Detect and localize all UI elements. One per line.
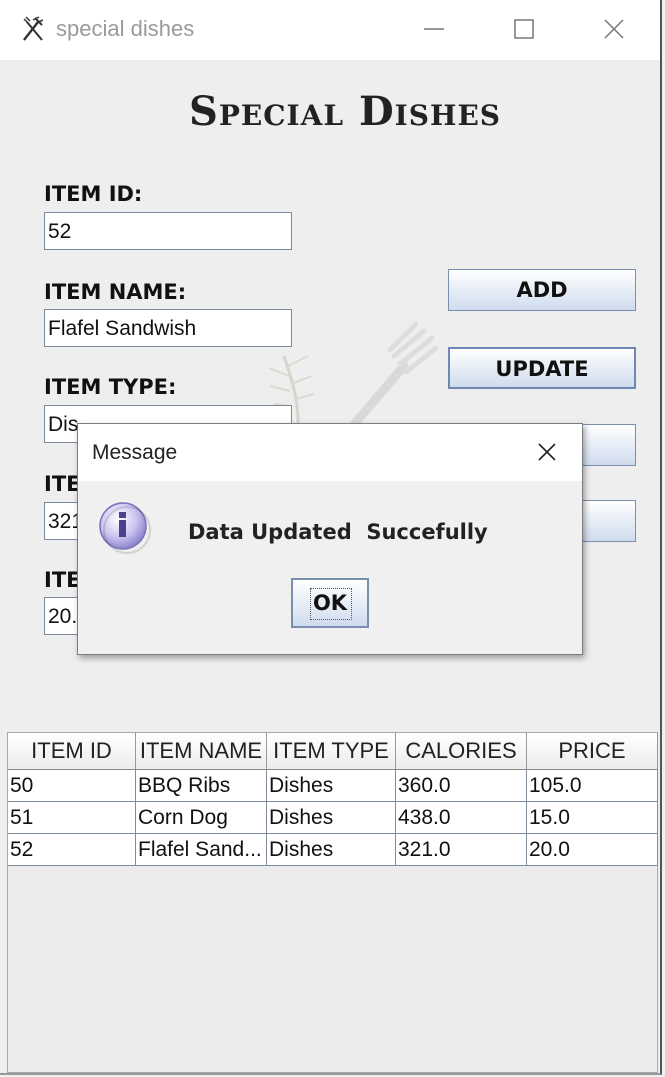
window-title: special dishes [56,16,195,41]
dialog-message: Data Updated Succefully [188,520,488,544]
price-label: ITE [44,568,81,592]
cell-item-type[interactable]: Dishes [267,834,396,865]
minimize-icon[interactable] [414,12,454,46]
cell-item-name[interactable]: Corn Dog [136,802,267,833]
cell-item-type[interactable]: Dishes [267,770,396,801]
cell-price[interactable]: 20.0 [527,834,658,865]
page-title: Special Dishes [188,88,502,135]
add-button[interactable]: ADD [448,269,636,311]
table-row[interactable]: 50 BBQ Ribs Dishes 360.0 105.0 [8,770,658,802]
info-icon [99,502,151,554]
cell-item-id[interactable]: 51 [8,802,136,833]
utensils-icon [23,16,44,41]
item-id-label: ITEM ID: [44,182,143,206]
table-header: ITEM ID ITEM NAME ITEM TYPE CALORIES PRI… [8,733,658,770]
cell-item-id[interactable]: 50 [8,770,136,801]
cell-price[interactable]: 105.0 [527,770,658,801]
table-body: 50 BBQ Ribs Dishes 360.0 105.0 51 Corn D… [8,770,658,866]
column-header-price[interactable]: PRICE [527,733,658,769]
table-row[interactable]: 51 Corn Dog Dishes 438.0 15.0 [8,802,658,834]
cell-item-name[interactable]: BBQ Ribs [136,770,267,801]
item-id-field[interactable]: 52 [44,212,292,250]
close-icon[interactable] [530,438,564,468]
item-name-field[interactable]: Flafel Sandwish [44,309,292,347]
focus-ring [310,588,352,620]
cell-item-type[interactable]: Dishes [267,802,396,833]
close-icon[interactable] [594,12,634,46]
cell-item-id[interactable]: 52 [8,834,136,865]
cell-calories[interactable]: 360.0 [396,770,527,801]
cell-item-name[interactable]: Flafel Sand... [136,834,267,865]
column-header-item-type[interactable]: ITEM TYPE [267,733,396,769]
item-type-label: ITEM TYPE: [44,375,177,399]
cell-calories[interactable]: 438.0 [396,802,527,833]
column-header-item-id[interactable]: ITEM ID [8,733,136,769]
maximize-icon[interactable] [504,12,544,46]
dialog-title: Message [92,441,178,464]
item-name-label: ITEM NAME: [44,280,187,304]
column-header-item-name[interactable]: ITEM NAME [136,733,267,769]
ok-button[interactable]: OK [291,578,369,628]
update-button[interactable]: UPDATE [448,347,636,389]
dishes-table: ITEM ID ITEM NAME ITEM TYPE CALORIES PRI… [7,732,658,1073]
dialog-title-bar: Message [78,424,582,481]
table-row[interactable]: 52 Flafel Sand... Dishes 321.0 20.0 [8,834,658,866]
title-bar: special dishes [0,0,660,60]
cell-price[interactable]: 15.0 [527,802,658,833]
column-header-calories[interactable]: CALORIES [396,733,527,769]
calories-label: ITE [44,472,81,496]
message-dialog: Message Data Updated Succefully OK [77,423,583,655]
cell-calories[interactable]: 321.0 [396,834,527,865]
